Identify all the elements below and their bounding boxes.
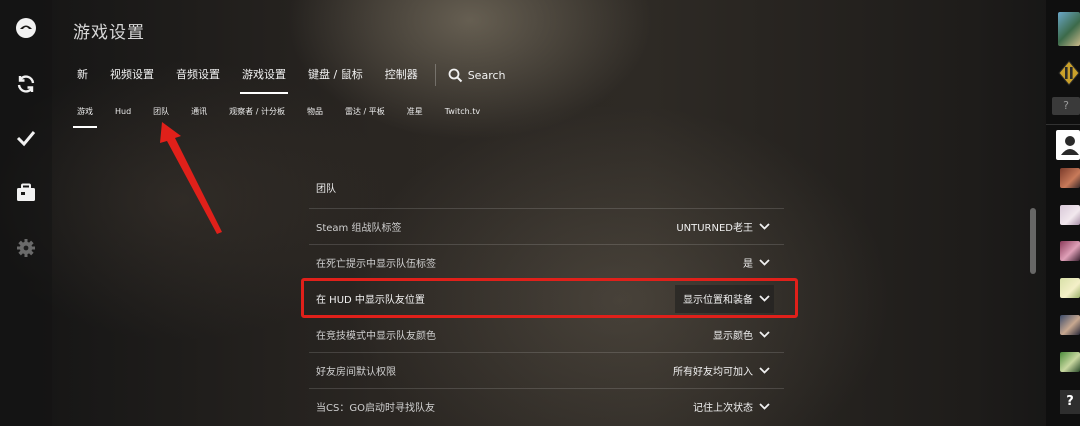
gear-icon[interactable] — [8, 230, 44, 266]
setting-label: 当CS：GO启动时寻找队友 — [316, 403, 435, 414]
search-icon — [448, 68, 462, 82]
logo-icon[interactable] — [8, 10, 44, 46]
subtab-radar-tablet[interactable]: 雷达 / 平板 — [334, 101, 396, 123]
setting-value: UNTURNED老王 — [676, 223, 753, 234]
setting-dropdown[interactable]: 记住上次状态 — [685, 393, 774, 421]
setting-value: 显示颜色 — [713, 331, 753, 342]
friend-avatar[interactable] — [1060, 241, 1080, 261]
friend-avatar[interactable] — [1060, 278, 1080, 298]
tab-video-settings[interactable]: 视频设置 — [99, 60, 165, 90]
friend-avatar[interactable] — [1060, 168, 1080, 188]
help-button-bottom[interactable]: ? — [1060, 390, 1080, 414]
friend-avatar[interactable] — [1060, 315, 1080, 335]
subtab-crosshair[interactable]: 准星 — [396, 101, 434, 123]
setting-dropdown[interactable]: UNTURNED老王 — [668, 213, 774, 241]
friends-list-button[interactable] — [1056, 130, 1080, 160]
setting-row-find-teammates-on-launch[interactable]: 当CS：GO启动时寻找队友 记住上次状态 — [309, 388, 784, 424]
setting-label: 好友房间默认权限 — [316, 367, 396, 378]
person-icon — [1061, 136, 1079, 155]
rank-badge-icon[interactable] — [1058, 60, 1080, 86]
search-label: Search — [467, 68, 506, 82]
setting-dropdown[interactable]: 所有好友均可加入 — [665, 357, 774, 385]
setting-dropdown[interactable]: 显示颜色 — [705, 321, 774, 349]
setting-row-death-notice-team-tag[interactable]: 在死亡提示中显示队伍标签 是 — [309, 244, 784, 280]
sub-tab-bar: 游戏 Hud 团队 通讯 观察者 / 计分板 物品 雷达 / 平板 准星 Twi… — [66, 101, 491, 128]
page-title: 游戏设置 — [73, 23, 145, 43]
tab-audio-settings[interactable]: 音频设置 — [165, 60, 231, 90]
inventory-icon[interactable] — [8, 175, 44, 211]
avatar[interactable] — [1058, 12, 1080, 46]
main-tab-bar: 新 视频设置 音频设置 游戏设置 键盘 / 鼠标 控制器 Search — [66, 60, 512, 94]
rail-divider — [1046, 124, 1080, 125]
setting-label: 在死亡提示中显示队伍标签 — [316, 259, 436, 270]
subtab-game[interactable]: 游戏 — [66, 101, 104, 128]
scrollbar[interactable] — [1030, 208, 1036, 426]
left-nav-rail — [0, 0, 52, 426]
setting-row-steam-group-tag[interactable]: Steam 组战队标签 UNTURNED老王 — [309, 208, 784, 244]
search-button[interactable]: Search — [442, 60, 512, 90]
tab-game-settings[interactable]: 游戏设置 — [231, 60, 297, 94]
annotation-highlight-box — [301, 278, 798, 318]
tab-keyboard-mouse[interactable]: 键盘 / 鼠标 — [297, 60, 374, 90]
help-button[interactable]: ? — [1052, 97, 1080, 115]
setting-label: Steam 组战队标签 — [316, 223, 402, 234]
setting-label: 在竞技模式中显示队友颜色 — [316, 331, 436, 342]
tab-controller[interactable]: 控制器 — [374, 60, 429, 90]
refresh-icon[interactable] — [8, 66, 44, 102]
setting-value: 所有好友均可加入 — [673, 367, 753, 378]
chevron-down-icon — [759, 331, 770, 338]
subtab-team[interactable]: 团队 — [142, 101, 180, 123]
chevron-down-icon — [759, 259, 770, 266]
setting-row-friend-lobby-permission[interactable]: 好友房间默认权限 所有好友均可加入 — [309, 352, 784, 388]
chevron-down-icon — [759, 223, 770, 230]
friend-avatar[interactable] — [1060, 352, 1080, 372]
subtab-twitch[interactable]: Twitch.tv — [434, 101, 491, 123]
setting-value: 记住上次状态 — [693, 403, 753, 414]
section-title: 团队 — [316, 184, 336, 195]
subtab-items[interactable]: 物品 — [296, 101, 334, 123]
friends-rail: ? ? — [1046, 0, 1080, 426]
setting-value: 是 — [743, 259, 753, 270]
check-icon[interactable] — [8, 120, 44, 156]
tab-divider — [434, 64, 436, 86]
chevron-down-icon — [759, 403, 770, 410]
chevron-down-icon — [759, 367, 770, 374]
subtab-communication[interactable]: 通讯 — [180, 101, 218, 123]
friend-avatar[interactable] — [1060, 205, 1080, 225]
subtab-spectator-scoreboard[interactable]: 观察者 / 计分板 — [218, 101, 296, 123]
subtab-hud[interactable]: Hud — [104, 101, 142, 123]
setting-row-teammate-colors[interactable]: 在竞技模式中显示队友颜色 显示颜色 — [309, 316, 784, 352]
tab-new[interactable]: 新 — [66, 60, 99, 90]
setting-dropdown[interactable]: 是 — [735, 249, 774, 277]
scrollbar-thumb[interactable] — [1030, 208, 1036, 274]
